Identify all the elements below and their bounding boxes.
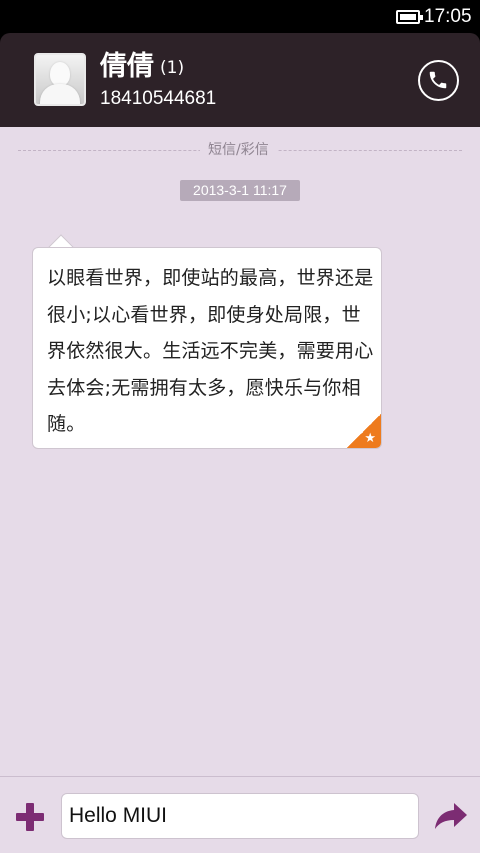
unread-count: (1) (160, 58, 185, 78)
conversation-header: 倩倩 (1) 18410544681 (0, 33, 480, 127)
favorite-corner[interactable]: ★ (347, 414, 381, 448)
status-bar: 17:05 (0, 0, 480, 33)
phone-icon (429, 71, 447, 89)
person-silhouette-icon[interactable] (34, 53, 86, 106)
star-icon: ★ (364, 431, 376, 446)
section-label: 短信/彩信 (200, 141, 277, 159)
contact-phone-number: 18410544681 (100, 88, 217, 109)
send-arrow-icon (435, 803, 467, 829)
status-time: 17:05 (424, 6, 472, 27)
send-button[interactable] (434, 801, 468, 831)
message-input[interactable] (61, 793, 419, 839)
message-bubble[interactable]: 以眼看世界，即使站的最高，世界还是很小;以心看世界，即使身处局限，世界依然很大。… (32, 247, 382, 449)
plus-icon[interactable] (16, 803, 44, 831)
message-text: 以眼看世界，即使站的最高，世界还是很小;以心看世界，即使身处局限，世界依然很大。… (47, 267, 374, 435)
call-button[interactable] (418, 60, 459, 101)
composer-bar (0, 776, 480, 853)
contact-name[interactable]: 倩倩 (100, 51, 154, 83)
battery-full-icon (396, 10, 423, 24)
message-timestamp: 2013-3-1 11:17 (180, 180, 300, 201)
message-thread[interactable]: 短信/彩信 2013-3-1 11:17 以眼看世界，即使站的最高，世界还是很小… (0, 127, 480, 776)
